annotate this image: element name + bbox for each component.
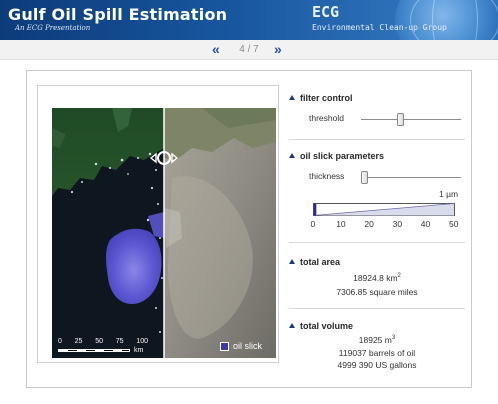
- section-header[interactable]: total volume: [289, 321, 353, 333]
- volume-m3-exponent: 3: [391, 335, 396, 341]
- satellite-map: 0 25 50 75 100 km oil slick: [52, 108, 276, 358]
- area-sq-miles: 7306.85 square miles: [336, 287, 418, 297]
- scale-tick-label: 100: [136, 338, 148, 345]
- volume-barrels: 119037 barrels of oil: [338, 348, 416, 358]
- scale-unit: km: [134, 347, 144, 354]
- scale-label: 0: [310, 219, 316, 229]
- collapse-icon[interactable]: [289, 259, 295, 264]
- threshold-label: threshold: [309, 113, 344, 123]
- org-abbreviation: ECG: [312, 3, 340, 21]
- page-navigation-bar: « 4 / 7 »: [0, 40, 498, 60]
- collapse-icon[interactable]: [289, 323, 295, 328]
- total-volume-section: total volume 18925 m3 119037 barrels of …: [289, 321, 465, 383]
- divider: [289, 242, 465, 243]
- scale-label: 50: [449, 219, 459, 229]
- thickness-slider-track[interactable]: [361, 177, 461, 178]
- scale-label: 30: [392, 219, 403, 229]
- scale-bar-graphic: [58, 349, 130, 352]
- volume-m3: 18925 m3: [289, 335, 465, 345]
- section-title: oil slick parameters: [300, 151, 385, 161]
- area-km2: 18924.8 km2: [289, 273, 465, 283]
- collapse-icon[interactable]: [289, 153, 295, 158]
- app-title: Gulf Oil Spill Estimation: [8, 5, 228, 24]
- volume-gallons: 4999 390 US gallons: [337, 360, 417, 370]
- next-page-button[interactable]: »: [274, 41, 282, 57]
- scale-tick-label: 0: [58, 338, 62, 345]
- area-km2-exponent: 2: [397, 273, 401, 279]
- threshold-slider-thumb[interactable]: [396, 113, 404, 126]
- app-subtitle: An ECG Presentation: [15, 24, 91, 32]
- scale-label: 40: [420, 219, 431, 229]
- satellite-image: [52, 108, 276, 358]
- map-panel: 0 25 50 75 100 km oil slick: [37, 85, 279, 363]
- volume-m3-value: 18925: [358, 335, 383, 345]
- volume-m3-unit: m: [384, 335, 392, 345]
- app-header: Gulf Oil Spill Estimation An ECG Present…: [0, 0, 498, 40]
- page-indicator: 4 / 7: [239, 44, 259, 55]
- legend-label: oil slick: [233, 341, 263, 351]
- content-frame: 0 25 50 75 100 km oil slick filter contr…: [26, 70, 472, 388]
- section-title: total volume: [300, 321, 354, 331]
- divider: [289, 139, 465, 140]
- section-header[interactable]: oil slick parameters: [289, 151, 384, 163]
- oil-slick-parameters-section: oil slick parameters thickness 1 µm 0 10…: [289, 151, 465, 239]
- section-title: filter control: [300, 93, 353, 103]
- thickness-readout: 1 µm: [439, 189, 459, 199]
- org-name: Environmental Clean-up Group: [312, 23, 447, 32]
- section-header[interactable]: filter control: [289, 93, 353, 105]
- divider: [289, 308, 465, 309]
- globe-meridian: [432, 0, 478, 40]
- total-area-section: total area 18924.8 km2 7306.85 square mi…: [289, 257, 465, 303]
- prev-page-button[interactable]: «: [212, 41, 220, 57]
- scale-tick-label: 50: [95, 338, 103, 345]
- scale-tick-label: 25: [74, 338, 83, 345]
- scale-bar: 0 25 50 75 100 km: [58, 338, 154, 358]
- section-header[interactable]: total area: [289, 257, 340, 269]
- section-title: total area: [300, 257, 341, 267]
- area-km2-unit: km: [386, 273, 398, 283]
- legend-swatch: [220, 342, 229, 351]
- threshold-slider-track[interactable]: [361, 119, 461, 120]
- scale-label: 10: [336, 219, 346, 229]
- scale-label: 20: [364, 219, 374, 229]
- filter-control-section: filter control threshold: [289, 93, 465, 137]
- thickness-slider-thumb[interactable]: [360, 171, 368, 184]
- collapse-icon[interactable]: [289, 95, 295, 100]
- scale-tick-label: 75: [115, 338, 124, 345]
- area-km2-value: 18924.8: [353, 273, 384, 283]
- thickness-label: thickness: [309, 171, 345, 181]
